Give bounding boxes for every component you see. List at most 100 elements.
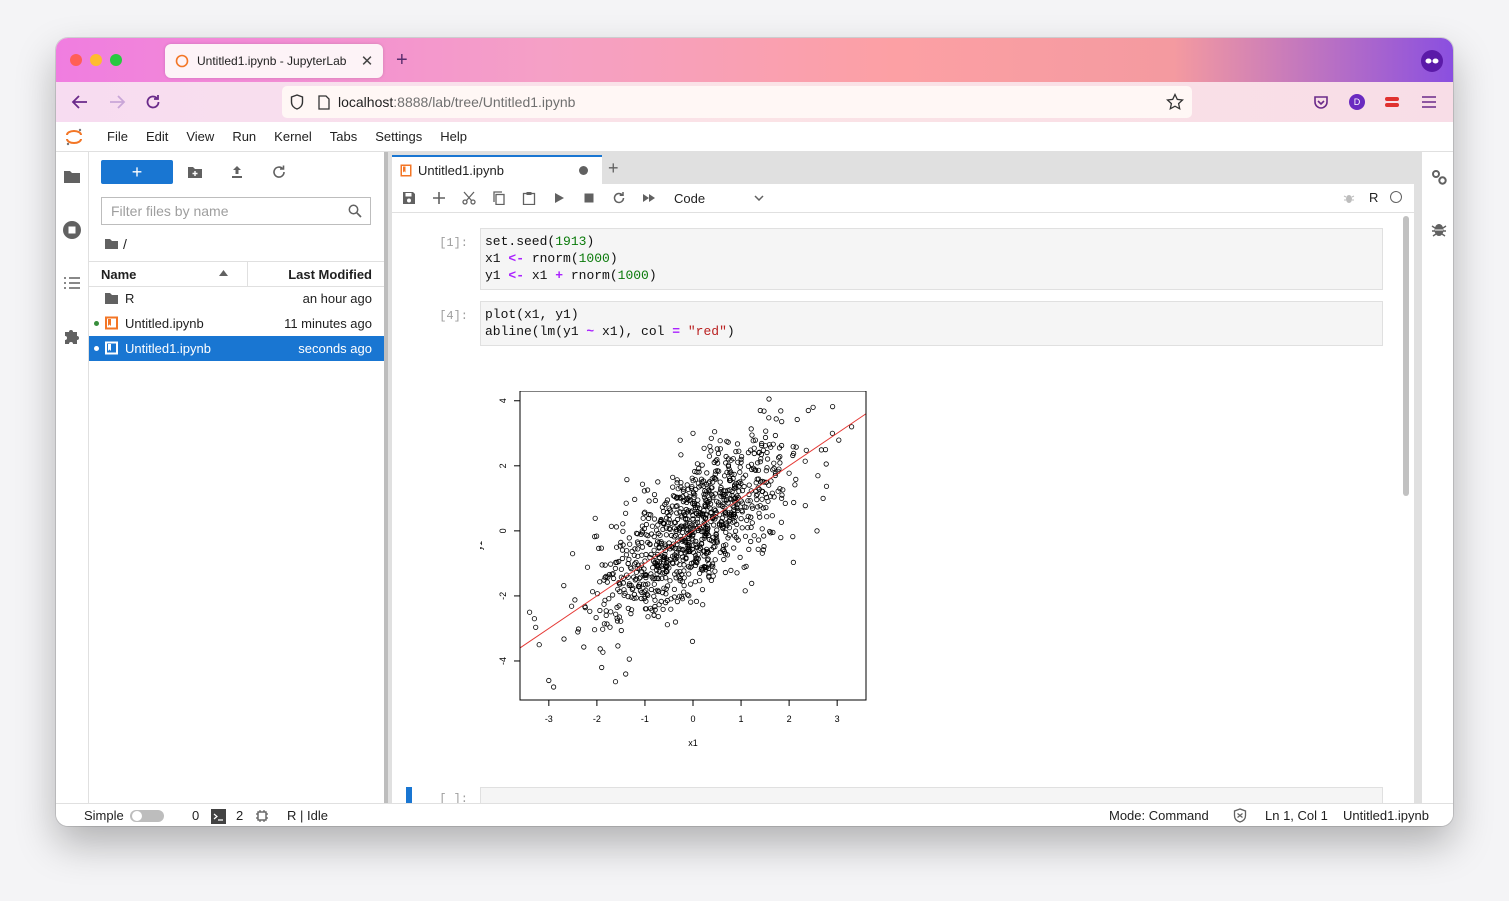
column-modified-header[interactable]: Last Modified — [288, 267, 372, 282]
new-tab-button[interactable]: + — [396, 49, 408, 72]
file-row-untitled1[interactable]: Untitled1.ipynb seconds ago — [89, 336, 384, 361]
scatter-point — [689, 536, 695, 542]
menu-run[interactable]: Run — [223, 129, 265, 144]
scatter-point — [581, 644, 587, 650]
column-name-header[interactable]: Name — [101, 267, 136, 282]
zoom-window-button[interactable] — [110, 54, 122, 66]
code-cell-input[interactable]: plot(x1, y1) abline(lm(y1 ~ x1), col = "… — [480, 301, 1383, 346]
scatter-point — [612, 679, 619, 685]
menu-kernel[interactable]: Kernel — [265, 129, 321, 144]
unsaved-indicator-icon[interactable] — [579, 166, 588, 175]
fast-forward-icon[interactable] — [642, 191, 656, 205]
pocket-icon[interactable] — [1313, 94, 1329, 110]
menu-edit[interactable]: Edit — [137, 129, 177, 144]
upload-icon[interactable] — [229, 164, 245, 180]
copy-icon[interactable] — [492, 191, 506, 205]
stop-icon[interactable] — [582, 191, 596, 205]
file-filter-input[interactable] — [102, 202, 348, 220]
trust-shield-icon[interactable] — [1233, 808, 1247, 823]
cell-type-dropdown[interactable]: Code — [674, 189, 764, 207]
url-text[interactable]: localhost:8888/lab/tree/Untitled1.ipynb — [338, 94, 575, 110]
menu-settings[interactable]: Settings — [366, 129, 431, 144]
file-browser-tab[interactable] — [62, 166, 82, 186]
scatter-point — [623, 500, 629, 506]
run-icon[interactable] — [552, 191, 566, 205]
kernel-state[interactable]: R | Idle — [287, 808, 328, 823]
add-tab-button[interactable]: + — [608, 158, 619, 179]
y-tick-label: 4 — [498, 398, 508, 403]
scatter-point — [613, 524, 619, 530]
new-launcher-button[interactable]: + — [101, 160, 173, 184]
scrollbar-thumb[interactable] — [1403, 216, 1409, 496]
file-row-r[interactable]: R an hour ago — [89, 286, 384, 311]
home-folder-icon[interactable] — [104, 238, 119, 250]
forward-icon[interactable] — [108, 94, 126, 110]
scatter-point — [655, 614, 661, 620]
scatter-point — [668, 606, 674, 612]
debugger-bug-icon[interactable] — [1431, 220, 1447, 238]
scatter-point — [777, 453, 783, 460]
extension-icon[interactable] — [1383, 94, 1401, 110]
minimize-window-button[interactable] — [90, 54, 102, 66]
scatter-point — [762, 434, 769, 441]
scatter-point — [603, 612, 609, 618]
paste-icon[interactable] — [522, 191, 536, 205]
scatter-point — [829, 404, 836, 410]
code-cell-input-empty[interactable] — [480, 787, 1383, 803]
file-row-untitled[interactable]: Untitled.ipynb 11 minutes ago — [89, 311, 384, 336]
scatter-point — [734, 570, 740, 576]
shield-icon[interactable] — [290, 94, 304, 110]
bookmark-star-icon[interactable] — [1166, 93, 1184, 111]
menu-help[interactable]: Help — [431, 129, 476, 144]
notebook-scrollbar[interactable] — [1402, 213, 1410, 799]
debugger-bug-icon[interactable] — [1343, 192, 1355, 204]
jupyter-favicon-icon — [175, 54, 189, 68]
property-inspector-gear-icon[interactable] — [1430, 168, 1448, 186]
save-icon[interactable] — [402, 191, 416, 205]
hamburger-menu-icon[interactable] — [1421, 95, 1437, 109]
account-avatar[interactable]: D — [1349, 94, 1365, 110]
menu-tabs[interactable]: Tabs — [321, 129, 366, 144]
scatter-point — [780, 487, 786, 493]
reload-icon[interactable] — [144, 93, 162, 111]
code-cell-input[interactable]: set.seed(1913) x1 <- rnorm(1000) y1 <- x… — [480, 228, 1383, 290]
scatter-point — [757, 503, 763, 509]
terminal-count[interactable]: 0 — [192, 808, 199, 823]
scatter-point — [748, 514, 754, 520]
scatter-point — [760, 505, 766, 511]
restart-icon[interactable] — [612, 191, 626, 205]
refresh-icon[interactable] — [271, 164, 287, 180]
simple-mode-toggle[interactable] — [130, 810, 164, 822]
notebook-icon — [105, 316, 118, 330]
scatter-point — [561, 636, 567, 642]
tab-close-icon[interactable]: ✕ — [357, 52, 377, 70]
kernel-name[interactable]: R — [1369, 190, 1378, 205]
running-sessions-tab[interactable] — [62, 220, 82, 240]
scatter-point — [724, 438, 730, 444]
scatter-point — [771, 460, 777, 466]
extension-manager-tab[interactable] — [62, 326, 82, 346]
notebook-tab[interactable]: Untitled1.ipynb — [392, 155, 602, 184]
menu-view[interactable]: View — [177, 129, 223, 144]
column-divider[interactable] — [247, 262, 248, 286]
scatter-point — [790, 534, 796, 540]
browser-tab[interactable]: Untitled1.ipynb - JupyterLab ✕ — [165, 44, 383, 78]
menu-file[interactable]: File — [98, 129, 137, 144]
scatter-point — [708, 435, 714, 441]
close-window-button[interactable] — [70, 54, 82, 66]
new-folder-icon[interactable] — [187, 164, 203, 180]
scatter-point — [737, 464, 743, 470]
jupyter-menubar: File Edit View Run Kernel Tabs Settings … — [56, 122, 1453, 152]
cut-icon[interactable] — [462, 191, 476, 205]
running-indicator-icon — [94, 346, 99, 351]
breadcrumb-root[interactable]: / — [123, 236, 127, 252]
kernel-count[interactable]: 2 — [236, 808, 243, 823]
file-list-header: Name Last Modified — [89, 261, 384, 287]
cursor-position[interactable]: Ln 1, Col 1 — [1265, 808, 1328, 823]
back-icon[interactable] — [71, 94, 89, 110]
scatter-point — [731, 545, 737, 551]
url-bar[interactable]: localhost:8888/lab/tree/Untitled1.ipynb — [282, 86, 1192, 118]
scatter-point — [639, 552, 645, 558]
insert-cell-icon[interactable] — [432, 191, 446, 205]
table-of-contents-tab[interactable] — [62, 273, 82, 293]
